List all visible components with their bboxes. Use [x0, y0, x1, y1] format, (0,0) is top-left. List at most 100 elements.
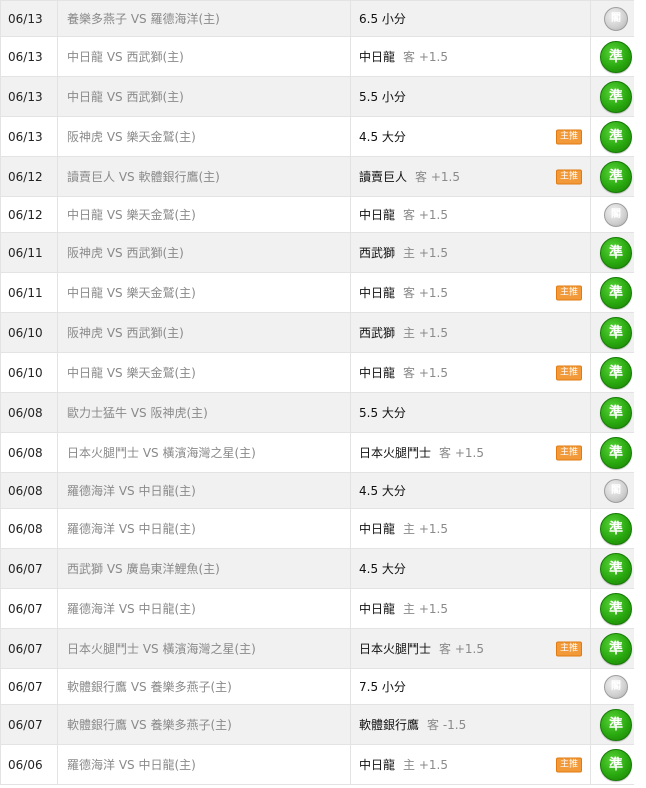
predictions-table-wrap: 06/13 養樂多燕子 VS 羅德海洋(主) 6.5 小分閣 06/13 中日龍 VS …: [0, 0, 642, 788]
date-cell: 06/08: [0, 508, 58, 549]
match-cell[interactable]: 中日龍 VS 西武獅(主): [57, 36, 351, 77]
pick-cell: 4.5 大分: [350, 472, 591, 509]
date-cell: 06/13: [0, 76, 58, 117]
match-cell[interactable]: 阪神虎 VS 樂天金鷲(主): [57, 116, 351, 157]
pick-handicap: 客 +1.5: [403, 50, 448, 64]
date-cell: 06/07: [0, 588, 58, 629]
table-row: 06/13 阪神虎 VS 樂天金鷲(主) 4.5 大分 主推 準: [0, 116, 642, 157]
featured-badge: 主推: [556, 757, 582, 772]
pick-cell: 日本火腿鬥士客 +1.5 主推: [350, 432, 591, 473]
table-row: 06/10 阪神虎 VS 西武獅(主) 西武獅主 +1.5 準: [0, 312, 642, 353]
featured-badge: 主推: [556, 365, 582, 380]
push-result-icon: 閣: [604, 6, 628, 31]
pick-value: 讀賣巨人: [359, 170, 408, 184]
win-result-icon: 準: [600, 40, 632, 73]
pick-handicap: 客 +1.5: [403, 366, 448, 380]
table-row: 06/11 阪神虎 VS 西武獅(主) 西武獅主 +1.5 準: [0, 232, 642, 273]
pick-value: 日本火腿鬥士: [359, 446, 432, 460]
win-result-icon: 準: [600, 552, 632, 585]
match-cell[interactable]: 羅德海洋 VS 中日龍(主): [57, 744, 351, 785]
match-cell[interactable]: 養樂多燕子 VS 羅德海洋(主): [57, 0, 351, 37]
pick-handicap: 主 +1.5: [403, 758, 448, 772]
pick-handicap: 客 +1.5: [439, 446, 484, 460]
pick-cell: 西武獅主 +1.5: [350, 312, 591, 353]
date-cell: 06/07: [0, 704, 58, 745]
pick-value: 中日龍: [359, 758, 396, 772]
pick-cell: 中日龍客 +1.5: [350, 36, 591, 77]
pick-cell: 5.5 大分: [350, 392, 591, 433]
pick-value: 中日龍: [359, 602, 396, 616]
win-result-icon: 準: [600, 592, 632, 625]
push-result-icon: 閣: [604, 478, 628, 503]
match-cell[interactable]: 日本火腿鬥士 VS 橫濱海灣之星(主): [57, 628, 351, 669]
match-cell[interactable]: 軟體銀行鷹 VS 養樂多燕子(主): [57, 668, 351, 705]
pick-handicap: 主 +1.5: [403, 602, 448, 616]
match-cell[interactable]: 日本火腿鬥士 VS 橫濱海灣之星(主): [57, 432, 351, 473]
win-result-icon: 準: [600, 316, 632, 349]
win-result-icon: 準: [600, 80, 632, 113]
match-cell[interactable]: 軟體銀行鷹 VS 養樂多燕子(主): [57, 704, 351, 745]
date-cell: 06/07: [0, 548, 58, 589]
pick-cell: 讀賣巨人客 +1.5 主推: [350, 156, 591, 197]
match-cell[interactable]: 中日龍 VS 樂天金鷲(主): [57, 272, 351, 313]
date-cell: 06/13: [0, 0, 58, 37]
match-cell[interactable]: 中日龍 VS 樂天金鷲(主): [57, 352, 351, 393]
pick-value: 軟體銀行鷹: [359, 718, 420, 732]
match-cell[interactable]: 中日龍 VS 樂天金鷲(主): [57, 196, 351, 233]
date-cell: 06/10: [0, 352, 58, 393]
match-cell[interactable]: 西武獅 VS 廣島東洋鯉魚(主): [57, 548, 351, 589]
match-cell[interactable]: 羅德海洋 VS 中日龍(主): [57, 508, 351, 549]
featured-badge: 主推: [556, 129, 582, 144]
pick-cell: 中日龍主 +1.5: [350, 588, 591, 629]
push-result-icon: 閣: [604, 674, 628, 699]
date-cell: 06/08: [0, 472, 58, 509]
match-cell[interactable]: 讀賣巨人 VS 軟體銀行鷹(主): [57, 156, 351, 197]
pick-value: 中日龍: [359, 522, 396, 536]
predictions-table-body: 06/13 養樂多燕子 VS 羅德海洋(主) 6.5 小分閣 06/13 中日龍 VS …: [0, 0, 642, 785]
match-cell[interactable]: 歐力士猛牛 VS 阪神虎(主): [57, 392, 351, 433]
win-result-icon: 準: [600, 436, 632, 469]
pick-handicap: 客 -1.5: [427, 718, 467, 732]
featured-badge: 主推: [556, 169, 582, 184]
table-row: 06/07 軟體銀行鷹 VS 養樂多燕子(主) 7.5 小分 閣: [0, 668, 642, 705]
featured-badge: 主推: [556, 285, 582, 300]
pick-cell: 軟體銀行鷹客 -1.5: [350, 704, 591, 745]
match-cell[interactable]: 中日龍 VS 西武獅(主): [57, 76, 351, 117]
match-cell[interactable]: 阪神虎 VS 西武獅(主): [57, 232, 351, 273]
win-result-icon: 準: [600, 632, 632, 665]
featured-badge: 主推: [556, 445, 582, 460]
date-cell: 06/08: [0, 392, 58, 433]
pick-cell: 4.5 大分 主推: [350, 116, 591, 157]
table-row: 06/12 讀賣巨人 VS 軟體銀行鷹(主) 讀賣巨人客 +1.5 主推 準: [0, 156, 642, 197]
table-row: 06/13 養樂多燕子 VS 羅德海洋(主) 6.5 小分 閣: [0, 0, 642, 37]
pick-value: 4.5 大分: [359, 130, 406, 144]
table-row: 06/08 羅德海洋 VS 中日龍(主) 4.5 大分 閣: [0, 472, 642, 509]
page-scrollbar-area: [634, 0, 646, 788]
table-row: 06/07 羅德海洋 VS 中日龍(主) 中日龍主 +1.5 準: [0, 588, 642, 629]
date-cell: 06/08: [0, 432, 58, 473]
table-row: 06/11 中日龍 VS 樂天金鷲(主) 中日龍客 +1.5 主推 準: [0, 272, 642, 313]
win-result-icon: 準: [600, 236, 632, 269]
date-cell: 06/10: [0, 312, 58, 353]
pick-handicap: 主 +1.5: [403, 246, 448, 260]
match-cell[interactable]: 羅德海洋 VS 中日龍(主): [57, 472, 351, 509]
pick-cell: 中日龍客 +1.5: [350, 196, 591, 233]
pick-value: 西武獅: [359, 246, 396, 260]
win-result-icon: 準: [600, 708, 632, 741]
match-cell[interactable]: 羅德海洋 VS 中日龍(主): [57, 588, 351, 629]
pick-handicap: 客 +1.5: [439, 642, 484, 656]
table-row: 06/12 中日龍 VS 樂天金鷲(主) 中日龍客 +1.5 閣: [0, 196, 642, 233]
table-row: 06/07 軟體銀行鷹 VS 養樂多燕子(主) 軟體銀行鷹客 -1.5 準: [0, 704, 642, 745]
pick-value: 6.5 小分: [359, 12, 406, 26]
table-row: 06/13 中日龍 VS 西武獅(主) 中日龍客 +1.5 準: [0, 36, 642, 77]
pick-value: 7.5 小分: [359, 680, 406, 694]
pick-value: 4.5 大分: [359, 562, 406, 576]
pick-handicap: 客 +1.5: [415, 170, 460, 184]
date-cell: 06/12: [0, 196, 58, 233]
win-result-icon: 準: [600, 276, 632, 309]
win-result-icon: 準: [600, 748, 632, 781]
match-cell[interactable]: 阪神虎 VS 西武獅(主): [57, 312, 351, 353]
predictions-table: 06/13 養樂多燕子 VS 羅德海洋(主) 6.5 小分閣 06/13 中日龍 VS …: [0, 0, 642, 785]
pick-handicap: 主 +1.5: [403, 522, 448, 536]
pick-value: 西武獅: [359, 326, 396, 340]
